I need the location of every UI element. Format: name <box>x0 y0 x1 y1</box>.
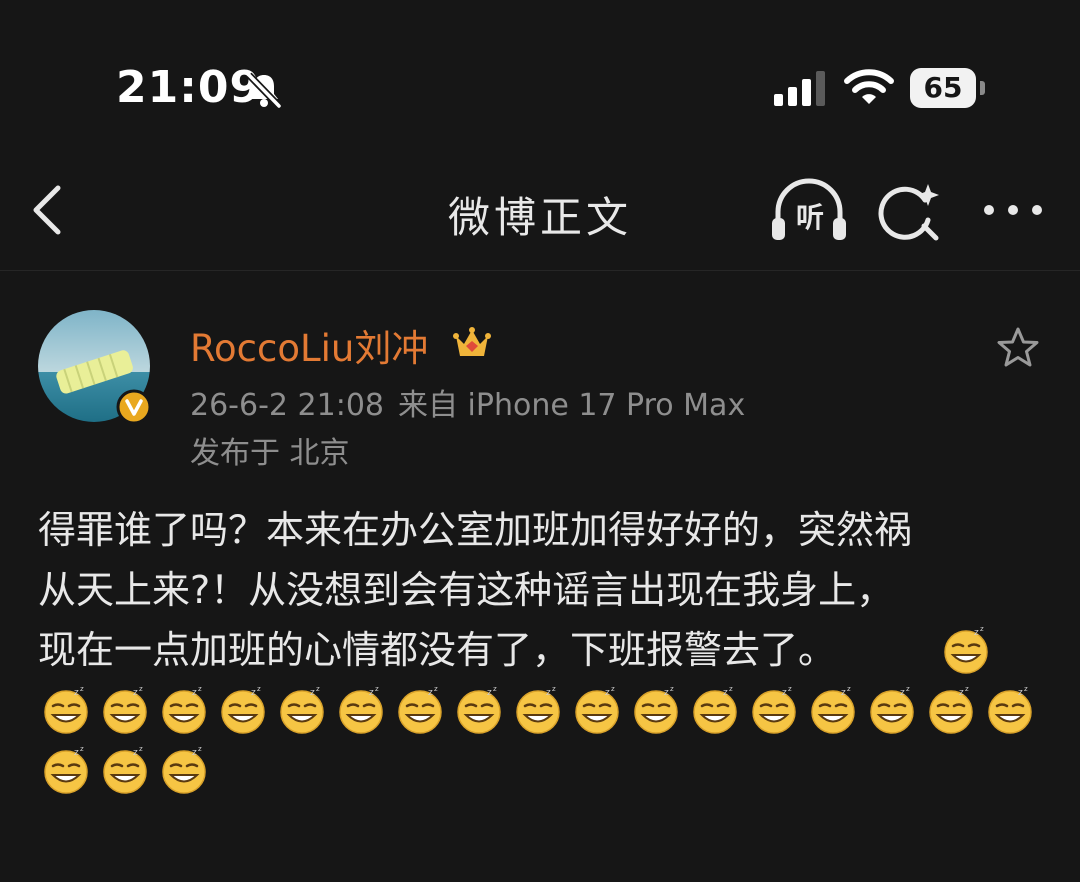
svg-text:z: z <box>80 685 84 693</box>
post-text-line: 得罪谁了吗？本来在办公室加班加得好好的，突然祸 <box>38 508 913 552</box>
sleepy-grin-emoji: zz <box>99 744 151 796</box>
svg-text:z: z <box>310 688 315 698</box>
author-name[interactable]: RoccoLiu刘冲 <box>190 318 428 372</box>
emoji-row: zzzzzz <box>40 744 217 802</box>
post-location: 发布于 北京 <box>190 436 350 471</box>
sleepy-grin-emoji: zz <box>807 684 859 736</box>
status-bar: 21:09 65 <box>0 0 1080 160</box>
sleepy-grin-emoji: zz <box>630 684 682 736</box>
sleepy-grin-emoji: zz <box>335 684 387 736</box>
svg-text:z: z <box>605 688 610 698</box>
svg-text:z: z <box>788 685 792 693</box>
svg-text:z: z <box>428 688 433 698</box>
more-icon[interactable] <box>982 200 1044 220</box>
nav-bar: 微博正文 听 <box>0 160 1080 271</box>
sleepy-grin-emoji: zz <box>866 684 918 736</box>
svg-text:z: z <box>611 685 615 693</box>
wifi-icon <box>844 69 894 104</box>
svg-text:z: z <box>139 745 143 753</box>
sleepy-grin-emoji: zz <box>940 624 992 676</box>
bell-slash-icon <box>246 72 282 109</box>
svg-text:z: z <box>906 685 910 693</box>
sleepy-grin-emoji: zz <box>689 684 741 736</box>
sleepy-grin-emoji: zz <box>984 684 1036 736</box>
search-icon[interactable] <box>878 180 944 246</box>
sleepy-grin-emoji: zz <box>394 684 446 736</box>
svg-text:z: z <box>434 685 438 693</box>
sleepy-grin-emoji: zz <box>512 684 564 736</box>
cellular-signal-icon <box>774 71 825 106</box>
svg-text:z: z <box>980 625 984 633</box>
svg-text:z: z <box>139 685 143 693</box>
post-text-line: 从天上来?！从没想到会有这种谣言出现在我身上， <box>38 568 895 612</box>
sleepy-grin-emoji: zz <box>158 744 210 796</box>
sleepy-grin-emoji: zz <box>217 684 269 736</box>
svg-text:z: z <box>80 745 84 753</box>
post-meta: 26-6-2 21:08 来自 iPhone 17 Pro Max <box>190 380 745 424</box>
verified-badge-icon <box>116 389 152 425</box>
svg-text:z: z <box>487 688 492 698</box>
svg-text:z: z <box>965 685 969 693</box>
svg-text:z: z <box>841 688 846 698</box>
svg-text:z: z <box>1018 688 1023 698</box>
back-chevron-icon[interactable] <box>26 182 70 238</box>
sleepy-grin-emoji: zz <box>99 684 151 736</box>
svg-text:z: z <box>664 688 669 698</box>
sleepy-grin-emoji: zz <box>158 684 210 736</box>
sleepy-grin-emoji: zz <box>40 744 92 796</box>
sleepy-grin-emoji: zz <box>748 684 800 736</box>
sleepy-grin-emoji: zz <box>925 684 977 736</box>
svg-text:z: z <box>1024 685 1028 693</box>
post-timestamp: 26-6-2 21:08 <box>190 388 384 423</box>
svg-text:z: z <box>900 688 905 698</box>
emoji-row: zzzzzzzzzzzzzzzzzzzzzzzzzzzzzzzzzz <box>40 684 1043 742</box>
listen-label[interactable]: 听 <box>788 196 832 236</box>
svg-text:z: z <box>723 688 728 698</box>
svg-text:z: z <box>552 685 556 693</box>
svg-text:z: z <box>375 685 379 693</box>
svg-text:z: z <box>782 688 787 698</box>
svg-text:z: z <box>316 685 320 693</box>
sleepy-grin-emoji: zz <box>571 684 623 736</box>
svg-text:z: z <box>198 745 202 753</box>
post-text: 得罪谁了吗？本来在办公室加班加得好好的，突然祸 从天上来?！从没想到会有这种谣言… <box>38 500 1048 680</box>
post-text-line: 现在一点加班的心情都没有了，下班报警去了。 <box>38 628 837 672</box>
svg-text:z: z <box>974 628 979 638</box>
svg-text:z: z <box>546 688 551 698</box>
battery-tip <box>980 81 985 95</box>
page-title: 微博正文 <box>447 193 632 242</box>
svg-text:z: z <box>133 748 138 758</box>
status-time: 21:09 <box>116 62 262 113</box>
sleepy-grin-emoji: zz <box>276 684 328 736</box>
svg-text:z: z <box>192 748 197 758</box>
svg-text:z: z <box>74 688 79 698</box>
svg-text:z: z <box>729 685 733 693</box>
sleepy-grin-emoji: zz <box>453 684 505 736</box>
star-icon[interactable] <box>994 324 1042 372</box>
svg-text:z: z <box>251 688 256 698</box>
svg-text:z: z <box>192 688 197 698</box>
svg-text:z: z <box>493 685 497 693</box>
svg-text:z: z <box>133 688 138 698</box>
svg-text:z: z <box>369 688 374 698</box>
post-source: 来自 iPhone 17 Pro Max <box>398 388 746 423</box>
svg-text:z: z <box>959 688 964 698</box>
sleepy-grin-emoji: zz <box>40 684 92 736</box>
svg-text:z: z <box>74 748 79 758</box>
crown-icon <box>453 327 491 356</box>
svg-text:z: z <box>847 685 851 693</box>
svg-text:z: z <box>670 685 674 693</box>
svg-text:z: z <box>198 685 202 693</box>
battery-icon: 65 <box>910 68 976 108</box>
svg-text:z: z <box>257 685 261 693</box>
